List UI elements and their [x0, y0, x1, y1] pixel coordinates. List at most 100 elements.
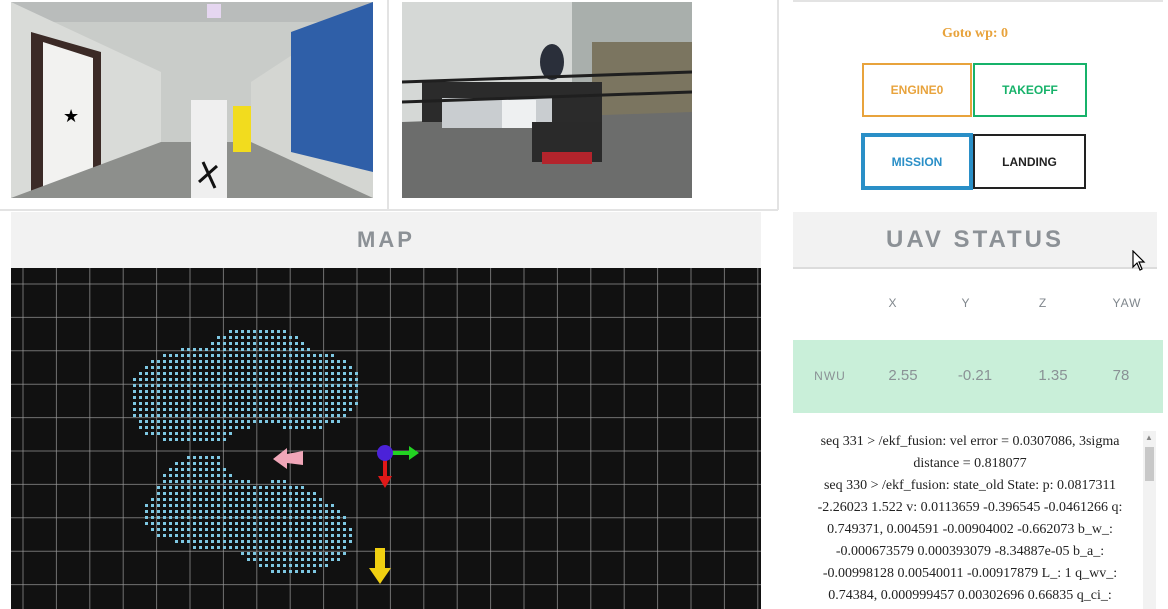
map-point	[229, 348, 232, 351]
map-point	[331, 540, 334, 543]
map-point	[283, 528, 286, 531]
map-point	[265, 486, 268, 489]
map-point	[283, 546, 286, 549]
engine-button[interactable]: ENGINE0	[862, 63, 972, 117]
scroll-thumb[interactable]	[1145, 447, 1154, 481]
log-entry: seq 331 > /ekf_fusion: vel error = 0.030…	[820, 434, 1120, 471]
map-point	[151, 366, 154, 369]
map-point	[139, 426, 142, 429]
map-point	[283, 360, 286, 363]
map-point	[283, 522, 286, 525]
map-point	[193, 348, 196, 351]
map-point	[223, 516, 226, 519]
map-point	[313, 384, 316, 387]
map-point	[193, 456, 196, 459]
map-point	[181, 522, 184, 525]
map-point	[175, 426, 178, 429]
map-point	[241, 366, 244, 369]
map-point	[265, 492, 268, 495]
map-point	[289, 390, 292, 393]
map-point	[193, 420, 196, 423]
map-point	[307, 378, 310, 381]
map-point	[259, 486, 262, 489]
map-point	[211, 384, 214, 387]
map-point	[319, 408, 322, 411]
map-point	[229, 408, 232, 411]
map-point	[259, 528, 262, 531]
map-point	[187, 510, 190, 513]
map-canvas[interactable]	[11, 268, 761, 609]
map-point	[157, 528, 160, 531]
map-point	[211, 378, 214, 381]
map-point	[277, 378, 280, 381]
map-point	[199, 462, 202, 465]
map-point	[169, 522, 172, 525]
map-point	[205, 510, 208, 513]
map-point	[181, 438, 184, 441]
map-point	[307, 426, 310, 429]
map-point	[169, 408, 172, 411]
map-point	[169, 432, 172, 435]
map-point	[187, 396, 190, 399]
landing-button[interactable]: LANDING	[973, 134, 1086, 189]
map-point	[259, 366, 262, 369]
map-point	[187, 348, 190, 351]
map-point	[235, 516, 238, 519]
map-point	[241, 522, 244, 525]
map-point	[283, 390, 286, 393]
map-point	[313, 354, 316, 357]
map-point	[175, 432, 178, 435]
map-point	[349, 528, 352, 531]
map-point	[289, 354, 292, 357]
map-point	[193, 504, 196, 507]
map-point	[271, 516, 274, 519]
map-point	[199, 474, 202, 477]
map-point	[253, 372, 256, 375]
map-point	[223, 498, 226, 501]
map-point	[217, 468, 220, 471]
map-point	[253, 360, 256, 363]
map-point	[133, 408, 136, 411]
map-point	[187, 492, 190, 495]
map-point	[289, 372, 292, 375]
map-point	[217, 504, 220, 507]
divider	[387, 0, 389, 210]
map-point	[223, 432, 226, 435]
position-z-value: 1.35	[1038, 367, 1068, 384]
map-point	[301, 558, 304, 561]
log-scrollbar[interactable]: ▲	[1143, 431, 1156, 609]
map-point	[211, 426, 214, 429]
map-point	[169, 378, 172, 381]
map-point	[349, 390, 352, 393]
map-point	[247, 396, 250, 399]
map-point	[241, 534, 244, 537]
map-point	[313, 402, 316, 405]
map-point	[211, 432, 214, 435]
map-point	[223, 354, 226, 357]
map-point	[145, 366, 148, 369]
scroll-up-icon[interactable]: ▲	[1145, 433, 1153, 442]
map-point	[301, 378, 304, 381]
map-point	[283, 480, 286, 483]
map-point	[235, 414, 238, 417]
map-point	[217, 414, 220, 417]
map-point	[295, 510, 298, 513]
map-point	[223, 402, 226, 405]
map-point	[265, 372, 268, 375]
map-point	[319, 516, 322, 519]
map-point	[241, 492, 244, 495]
front-camera-feed: ★	[11, 2, 373, 198]
map-point	[259, 546, 262, 549]
map-point	[199, 432, 202, 435]
log-console[interactable]: seq 331 > /ekf_fusion: vel error = 0.030…	[800, 431, 1140, 609]
map-point	[265, 402, 268, 405]
map-point	[199, 402, 202, 405]
map-point	[313, 396, 316, 399]
map-point	[253, 384, 256, 387]
mission-button[interactable]: MISSION	[861, 133, 973, 190]
map-point	[223, 342, 226, 345]
map-point	[283, 402, 286, 405]
map-point	[295, 552, 298, 555]
takeoff-button[interactable]: TAKEOFF	[973, 63, 1087, 117]
map-point	[169, 534, 172, 537]
